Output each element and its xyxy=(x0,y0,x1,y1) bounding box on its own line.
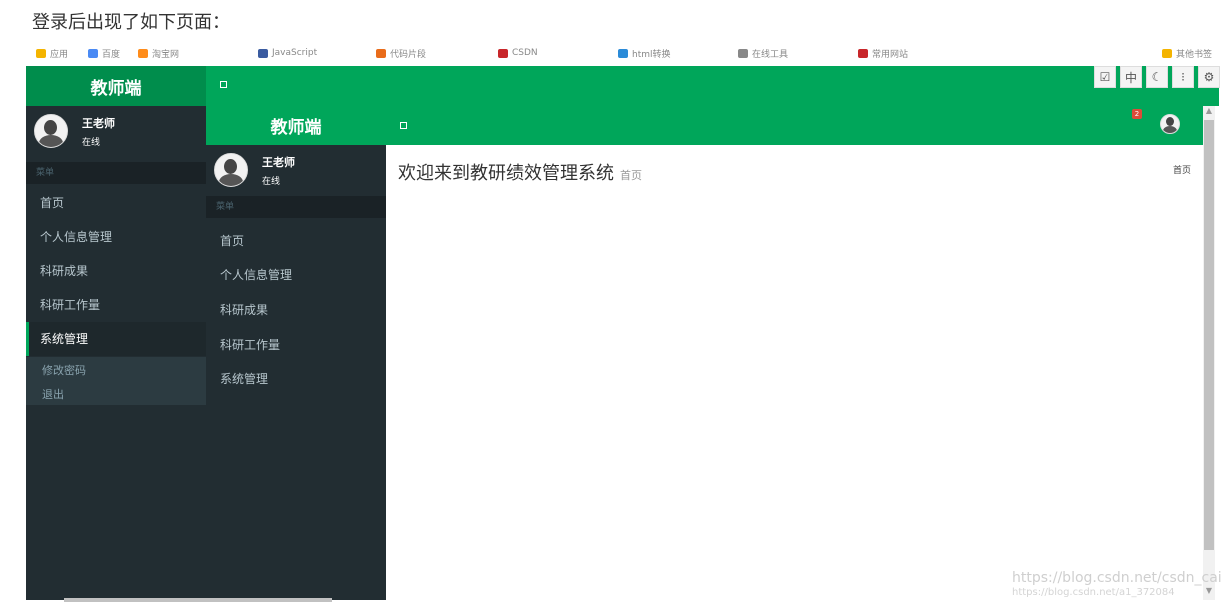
avatar xyxy=(1160,114,1180,134)
bookmark-item[interactable]: 其他书签 xyxy=(1162,48,1212,58)
outer-sidebar-toggle-icon[interactable] xyxy=(220,81,227,88)
bookmark-item[interactable]: 应用 xyxy=(36,48,68,58)
page-subtitle: 首页 xyxy=(620,169,642,182)
user-name: 王老师 xyxy=(262,155,295,169)
bookmark-item[interactable]: 在线工具 xyxy=(738,48,788,58)
menu-item-research-results[interactable]: 科研成果 xyxy=(26,254,206,288)
header-user-menu[interactable] xyxy=(1160,114,1180,134)
user-status: 在线 xyxy=(262,176,281,187)
bookmark-item[interactable]: 常用网站 xyxy=(858,48,908,58)
watermark: https://blog.csdn.net/csdn_cai xyxy=(1012,570,1222,586)
bookmark-item[interactable]: 淘宝网 xyxy=(138,48,179,58)
bookmark-icon xyxy=(738,48,748,58)
menu-item-system[interactable]: 系统管理 xyxy=(26,322,206,356)
folder-icon xyxy=(1162,48,1172,58)
avatar xyxy=(34,114,68,148)
content-area: 欢迎来到教研绩效管理系统 首页 首页 xyxy=(386,145,1203,600)
ime-icon[interactable]: 中 xyxy=(1120,66,1142,88)
gear-icon[interactable]: ⚙ xyxy=(1198,66,1220,88)
inner-sidebar-toggle-icon[interactable] xyxy=(400,122,407,129)
menu-item-profile[interactable]: 个人信息管理 xyxy=(206,258,386,292)
menu-item-profile[interactable]: 个人信息管理 xyxy=(26,220,206,254)
menu-header: 菜单 xyxy=(206,196,386,218)
submenu-change-password[interactable]: 修改密码 xyxy=(42,362,86,378)
bookmark-icon xyxy=(376,48,386,58)
menu-item-system[interactable]: 系统管理 xyxy=(206,362,386,396)
notification-badge[interactable]: 2 xyxy=(1132,109,1142,119)
bookmark-icon xyxy=(258,48,268,58)
menu-item-home[interactable]: 首页 xyxy=(206,224,386,258)
inner-logo[interactable]: 教师端 xyxy=(206,106,386,145)
menu-item-home[interactable]: 首页 xyxy=(26,186,206,220)
outer-sidebar: 王老师 在线 菜单 首页 个人信息管理 科研成果 科研工作量 系统管理 修改密码… xyxy=(26,106,206,600)
bookmark-icon xyxy=(88,48,98,58)
scroll-up-icon[interactable]: ▲ xyxy=(1203,106,1215,120)
bookmark-icon xyxy=(498,48,508,58)
inner-app: 教师端 2 王老师 在线 菜单 首页 个人信息管理 科研成果 科研工作量 系统管… xyxy=(206,106,1203,600)
bookmark-item[interactable]: CSDN xyxy=(498,48,538,58)
page-title: 欢迎来到教研绩效管理系统 首页 xyxy=(398,159,642,185)
submenu-logout[interactable]: 退出 xyxy=(42,386,64,402)
bookmark-item[interactable]: 代码片段 xyxy=(376,48,426,58)
bookmark-icon xyxy=(138,48,148,58)
menu-header: 菜单 xyxy=(26,162,206,184)
dots-icon[interactable]: ⁝ xyxy=(1172,66,1194,88)
breadcrumb[interactable]: 首页 xyxy=(1173,163,1191,176)
horizontal-scroll-thumb[interactable] xyxy=(64,598,332,602)
outer-user-panel: 王老师 在线 xyxy=(34,114,115,148)
avatar xyxy=(214,153,248,187)
page-title-text: 欢迎来到教研绩效管理系统 xyxy=(398,163,614,184)
bookmark-item[interactable]: html转换 xyxy=(618,48,671,58)
menu-item-research-workload[interactable]: 科研工作量 xyxy=(26,288,206,322)
scroll-down-icon[interactable]: ▼ xyxy=(1203,586,1215,600)
watermark-secondary: https://blog.csdn.net/a1_372084 xyxy=(1012,587,1175,598)
menu-item-research-results[interactable]: 科研成果 xyxy=(206,293,386,327)
bookmark-icon xyxy=(36,48,46,58)
system-submenu: 修改密码 退出 xyxy=(26,357,206,405)
bookmark-icon xyxy=(858,48,868,58)
scroll-thumb[interactable] xyxy=(1204,120,1214,550)
shield-icon[interactable]: ☑ xyxy=(1094,66,1116,88)
menu-item-research-workload[interactable]: 科研工作量 xyxy=(206,328,386,362)
user-name: 王老师 xyxy=(82,116,115,130)
moon-icon[interactable]: ☾ xyxy=(1146,66,1168,88)
bookmark-item[interactable]: 百度 xyxy=(88,48,120,58)
user-status: 在线 xyxy=(82,137,101,148)
inner-sidebar: 王老师 在线 菜单 首页 个人信息管理 科研成果 科研工作量 系统管理 xyxy=(206,145,386,600)
bookmarks-bar: 应用 百度 淘宝网 JavaScript 代码片段 CSDN html转换 在线… xyxy=(26,48,1219,58)
inner-user-panel: 王老师 在线 xyxy=(214,153,295,187)
vertical-scrollbar[interactable]: ▲ ▼ xyxy=(1203,106,1215,600)
inner-header: 2 xyxy=(386,106,1203,145)
outer-logo[interactable]: 教师端 xyxy=(26,66,206,106)
extension-toolbar: ☑ 中 ☾ ⁝ ⚙ xyxy=(1094,66,1220,90)
bookmark-item[interactable]: JavaScript xyxy=(258,48,317,58)
caption-text: 登录后出现了如下页面： xyxy=(32,12,230,33)
bookmark-icon xyxy=(618,48,628,58)
